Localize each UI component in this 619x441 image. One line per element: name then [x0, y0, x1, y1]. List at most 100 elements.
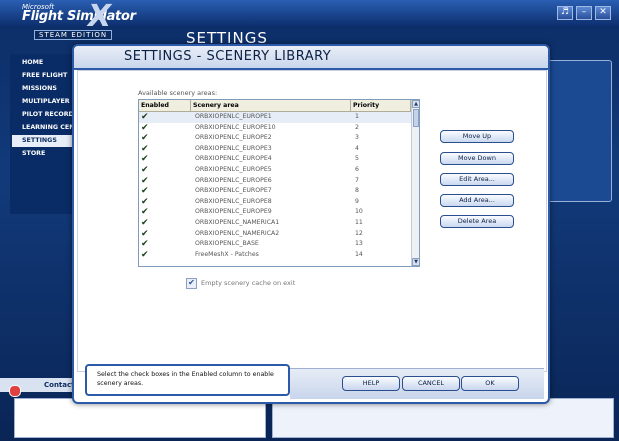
checkmark-icon[interactable]: ✔	[141, 250, 150, 259]
priority-cell: 7	[355, 176, 359, 184]
enabled-cell[interactable]: ✔	[139, 197, 191, 208]
list-item[interactable]: ✔ FreeMeshX - Patches 14	[139, 250, 411, 261]
checkmark-icon[interactable]: ✔	[141, 208, 150, 217]
scenery-area-list[interactable]: Enabled Scenery area Priority ✔ ORBXIOPEN…	[138, 99, 420, 267]
empty-cache-checkbox[interactable]: ✔	[186, 278, 197, 289]
checkmark-icon[interactable]: ✔	[141, 113, 150, 122]
column-header-scenery-area[interactable]: Scenery area	[191, 100, 351, 111]
priority-cell: 3	[355, 134, 359, 142]
enabled-cell[interactable]: ✔	[139, 218, 191, 229]
scrollbar-thumb[interactable]	[413, 109, 419, 127]
logo-flight-simulator: Flight Simulator	[22, 9, 136, 24]
enabled-cell[interactable]: ✔	[139, 239, 191, 250]
enabled-cell[interactable]: ✔	[139, 112, 191, 123]
add-area-button[interactable]: Add Area...	[440, 194, 514, 207]
scenery-area-cell: ORBXIOPENLC_EUROPE2	[195, 134, 272, 142]
priority-cell: 14	[355, 250, 363, 258]
checkmark-icon[interactable]: ✔	[141, 240, 150, 249]
checkmark-icon[interactable]: ✔	[141, 134, 150, 143]
enabled-cell[interactable]: ✔	[139, 123, 191, 134]
close-icon[interactable]: ✕	[595, 6, 611, 20]
priority-cell: 5	[355, 155, 359, 163]
list-item[interactable]: ✔ ORBXIOPENLC_EUROPE4 5	[139, 154, 411, 165]
bottom-right-panel	[272, 398, 614, 438]
checkmark-icon[interactable]: ✔	[141, 166, 150, 175]
enabled-cell[interactable]: ✔	[139, 229, 191, 240]
checkmark-icon[interactable]: ✔	[141, 144, 150, 153]
list-item[interactable]: ✔ ORBXIOPENLC_BASE 13	[139, 239, 411, 250]
priority-cell: 10	[355, 208, 363, 216]
help-button[interactable]: HELP	[342, 376, 400, 391]
checkmark-icon: ✔	[188, 278, 195, 287]
empty-cache-label: Empty scenery cache on exit	[201, 279, 296, 287]
scenery-area-cell: ORBXIOPENLC_BASE	[195, 240, 259, 248]
scenery-area-cell: ORBXIOPENLC_EUROPE5	[195, 166, 272, 173]
checkmark-icon[interactable]: ✔	[141, 123, 150, 132]
checkmark-icon[interactable]: ✔	[141, 176, 150, 185]
column-header-priority[interactable]: Priority	[351, 100, 411, 111]
list-header: Enabled Scenery area Priority	[139, 100, 411, 112]
enabled-cell[interactable]: ✔	[139, 165, 191, 176]
scroll-down-arrow-icon[interactable]: ▼	[412, 258, 419, 266]
priority-cell: 8	[355, 187, 359, 195]
scroll-up-arrow-icon[interactable]: ▲	[412, 100, 419, 108]
list-item[interactable]: ✔ ORBXIOPENLC_EUROPE7 8	[139, 186, 411, 197]
scenery-area-cell: ORBXIOPENLC_EUROPE9	[195, 208, 272, 216]
checkmark-icon[interactable]: ✔	[141, 197, 150, 206]
delete-area-button[interactable]: Delete Area	[440, 215, 514, 228]
contacts-status-icon	[9, 385, 21, 397]
enabled-cell[interactable]: ✔	[139, 250, 191, 261]
scenery-area-cell: ORBXIOPENLC_EUROPE3	[195, 144, 272, 152]
list-item[interactable]: ✔ ORBXIOPENLC_EUROPE6 7	[139, 176, 411, 187]
minimize-button[interactable]: –	[576, 6, 592, 20]
bottom-left-panel	[14, 398, 266, 438]
window-controls: ♬ – ✕	[554, 6, 611, 25]
column-header-enabled[interactable]: Enabled	[139, 100, 191, 111]
list-scrollbar[interactable]: ▲ ▼	[411, 100, 419, 266]
edit-area-button[interactable]: Edit Area...	[440, 173, 514, 186]
cancel-button[interactable]: CANCEL	[402, 376, 460, 391]
scenery-area-cell: ORBXIOPENLC_NAMERICA2	[195, 229, 280, 237]
list-item[interactable]: ✔ ORBXIOPENLC_EUROPE9 10	[139, 207, 411, 218]
enabled-cell[interactable]: ✔	[139, 176, 191, 187]
logo-edition: STEAM EDITION	[34, 30, 113, 40]
list-item[interactable]: ✔ ORBXIOPENLC_NAMERICA2 12	[139, 229, 411, 240]
priority-cell: 13	[355, 240, 363, 248]
list-item[interactable]: ✔ ORBXIOPENLC_EUROPE1 1	[139, 112, 411, 123]
move-up-button[interactable]: Move Up	[440, 130, 514, 143]
list-item[interactable]: ✔ ORBXIOPENLC_EUROPE8 9	[139, 197, 411, 208]
dialog-header: SETTINGS - SCENERY LIBRARY	[74, 46, 548, 70]
available-areas-label: Available scenery areas:	[138, 89, 218, 97]
priority-cell: 4	[355, 144, 359, 152]
priority-cell: 6	[355, 166, 359, 173]
enabled-cell[interactable]: ✔	[139, 144, 191, 155]
scenery-area-cell: ORBXIOPENLC_EUROPE10	[195, 123, 276, 131]
dialog-title: SETTINGS - SCENERY LIBRARY	[124, 49, 332, 64]
help-text: Select the check boxes in the Enabled co…	[97, 371, 274, 387]
logo-x: X	[88, 0, 112, 34]
scenery-area-cell: FreeMeshX - Patches	[195, 250, 259, 258]
checkmark-icon[interactable]: ✔	[141, 219, 150, 228]
checkmark-icon[interactable]: ✔	[141, 187, 150, 196]
list-item[interactable]: ✔ ORBXIOPENLC_EUROPE2 3	[139, 133, 411, 144]
priority-cell: 1	[355, 113, 359, 120]
list-item[interactable]: ✔ ORBXIOPENLC_EUROPE3 4	[139, 144, 411, 155]
priority-cell: 2	[355, 123, 359, 131]
enabled-cell[interactable]: ✔	[139, 207, 191, 218]
list-item[interactable]: ✔ ORBXIOPENLC_EUROPE10 2	[139, 123, 411, 134]
priority-cell: 12	[355, 229, 363, 237]
move-down-button[interactable]: Move Down	[440, 152, 514, 165]
checkmark-icon[interactable]: ✔	[141, 155, 150, 164]
enabled-cell[interactable]: ✔	[139, 154, 191, 165]
help-text-box: Select the check boxes in the Enabled co…	[85, 364, 290, 396]
checkmark-icon[interactable]: ✔	[141, 229, 150, 238]
enabled-cell[interactable]: ✔	[139, 186, 191, 197]
list-item[interactable]: ✔ ORBXIOPENLC_EUROPE5 6	[139, 165, 411, 176]
ok-button[interactable]: OK	[461, 376, 519, 391]
volume-icon[interactable]: ♬	[557, 6, 573, 20]
list-item[interactable]: ✔ ORBXIOPENLC_NAMERICA1 11	[139, 218, 411, 229]
scenery-area-cell: ORBXIOPENLC_NAMERICA1	[195, 219, 280, 226]
scenery-area-cell: ORBXIOPENLC_EUROPE6	[195, 176, 272, 184]
enabled-cell[interactable]: ✔	[139, 133, 191, 144]
priority-cell: 11	[355, 219, 363, 226]
